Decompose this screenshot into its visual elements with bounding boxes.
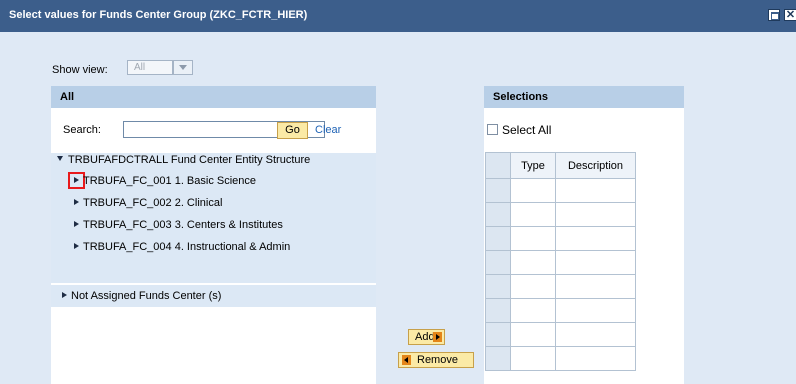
tree-node-label: TRBUFA_FC_002 2. Clinical [83, 197, 223, 209]
column-header-type[interactable]: Type [510, 152, 556, 179]
row-selector[interactable] [485, 322, 511, 347]
type-cell [510, 346, 556, 371]
description-cell [555, 178, 636, 203]
type-cell [510, 202, 556, 227]
arrow-right-icon [433, 332, 442, 342]
all-panel-header: All [51, 86, 376, 108]
row-selector[interactable] [485, 250, 511, 275]
table-header-row: Type Description [485, 152, 636, 179]
table-row[interactable] [485, 346, 636, 371]
type-cell [510, 298, 556, 323]
description-cell [555, 274, 636, 299]
remove-button[interactable]: Remove [398, 352, 474, 368]
tree-view: TRBUFAFDCTRALL Fund Center Entity Struct… [51, 153, 376, 283]
description-cell [555, 202, 636, 227]
tree-node-child-2[interactable]: TRBUFA_FC_002 2. Clinical [74, 192, 222, 214]
row-selector[interactable] [485, 346, 511, 371]
type-cell [510, 274, 556, 299]
expand-triangle-icon[interactable] [74, 199, 79, 205]
table-row[interactable] [485, 226, 636, 251]
expand-triangle-icon[interactable] [62, 292, 67, 298]
tree-node-not-assigned[interactable]: Not Assigned Funds Center (s) [51, 285, 376, 307]
expand-triangle-icon[interactable] [74, 177, 79, 183]
selections-panel-title: Selections [493, 91, 549, 103]
tree-node-label: Not Assigned Funds Center (s) [71, 290, 222, 302]
description-cell [555, 250, 636, 275]
show-view-select[interactable]: All [127, 60, 173, 75]
search-label: Search: [63, 124, 101, 136]
show-view-label: Show view: [52, 64, 108, 76]
tree-node-label: TRBUFA_FC_003 3. Centers & Institutes [83, 219, 283, 231]
row-selector-header[interactable] [485, 152, 511, 179]
description-cell [555, 322, 636, 347]
table-row[interactable] [485, 274, 636, 299]
type-cell [510, 250, 556, 275]
tree-node-child-3[interactable]: TRBUFA_FC_003 3. Centers & Institutes [74, 214, 283, 236]
tree-node-child-1[interactable]: TRBUFA_FC_001 1. Basic Science [74, 170, 256, 192]
table-row[interactable] [485, 250, 636, 275]
tree-node-root[interactable]: TRBUFAFDCTRALL Fund Center Entity Struct… [57, 149, 310, 171]
all-panel-title: All [60, 91, 75, 103]
dialog-titlebar: Select values for Funds Center Group (ZK… [0, 0, 796, 32]
chevron-down-icon[interactable] [173, 60, 193, 75]
tree-node-child-4[interactable]: TRBUFA_FC_004 4. Instructional & Admin [74, 236, 290, 258]
add-button[interactable]: Add [408, 329, 445, 345]
type-cell [510, 226, 556, 251]
selections-panel-header: Selections [484, 86, 684, 108]
maximize-button[interactable] [768, 9, 780, 21]
arrow-left-icon [402, 355, 411, 365]
description-cell [555, 298, 636, 323]
collapse-triangle-icon[interactable] [57, 156, 63, 161]
close-button[interactable]: ✕ [784, 9, 796, 21]
selections-table: Type Description [485, 152, 636, 371]
tree-node-label: TRBUFAFDCTRALL Fund Center Entity Struct… [68, 154, 311, 166]
type-cell [510, 178, 556, 203]
tree-node-label: TRBUFA_FC_004 4. Instructional & Admin [83, 241, 291, 253]
go-button[interactable]: Go [277, 122, 308, 139]
select-all-checkbox[interactable] [487, 124, 498, 135]
row-selector[interactable] [485, 226, 511, 251]
row-selector[interactable] [485, 298, 511, 323]
description-cell [555, 226, 636, 251]
description-cell [555, 346, 636, 371]
table-row[interactable] [485, 298, 636, 323]
clear-link[interactable]: Clear [315, 124, 341, 136]
table-row[interactable] [485, 322, 636, 347]
select-all-label: Select All [502, 123, 552, 137]
row-selector[interactable] [485, 274, 511, 299]
remove-button-label: Remove [417, 354, 458, 366]
table-row[interactable] [485, 178, 636, 203]
tree-node-label: TRBUFA_FC_001 1. Basic Science [83, 175, 257, 187]
row-selector[interactable] [485, 202, 511, 227]
expand-triangle-icon[interactable] [74, 243, 79, 249]
row-selector[interactable] [485, 178, 511, 203]
add-button-label: Add [415, 331, 435, 343]
type-cell [510, 322, 556, 347]
all-panel: All Search: Go Clear TRBUFAFDCTRALL Fund… [51, 86, 376, 384]
table-row[interactable] [485, 202, 636, 227]
selections-panel: Selections Select All Type Description [484, 86, 684, 384]
dialog-title: Select values for Funds Center Group (ZK… [9, 9, 308, 21]
column-header-description[interactable]: Description [555, 152, 636, 179]
expand-triangle-icon[interactable] [74, 221, 79, 227]
